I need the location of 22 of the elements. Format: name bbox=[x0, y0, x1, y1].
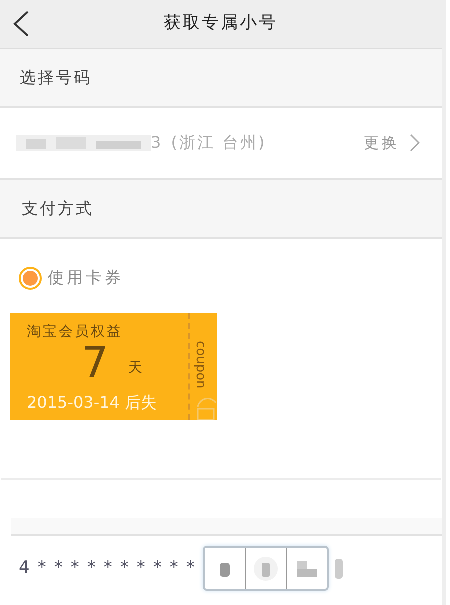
blurred-digit-drawing bbox=[220, 560, 230, 576]
page-title: 获取专属小号 bbox=[164, 12, 278, 36]
blurred-digit-drawing bbox=[334, 558, 343, 578]
coupon-amount: 7 bbox=[82, 341, 109, 385]
coupon-unit: 天 bbox=[128, 359, 143, 378]
blurred-digit-drawing bbox=[254, 556, 278, 580]
coupon-card[interactable]: 淘宝会员权益 7 天 2015-03-14 后失 coupon bbox=[10, 313, 217, 420]
coupon-side-label: coupon bbox=[192, 341, 209, 389]
radio-button[interactable] bbox=[19, 266, 42, 290]
region-text: (浙江 台州) bbox=[171, 132, 267, 154]
chevron-right-icon bbox=[410, 134, 420, 152]
code-input[interactable] bbox=[202, 546, 329, 591]
blurred-digit-drawing bbox=[296, 560, 317, 576]
coupon-title: 淘宝会员权益 bbox=[27, 323, 124, 341]
masked-number: 4********** bbox=[19, 556, 203, 580]
coupon-expiry: 2015-03-14 后失 bbox=[27, 392, 158, 414]
back-icon[interactable] bbox=[12, 10, 30, 38]
phone-number: 3 bbox=[151, 132, 162, 154]
section-title: 选择号码 bbox=[20, 66, 92, 88]
option-label[interactable]: 使用卡券 bbox=[48, 266, 124, 290]
change-link[interactable]: 更换 bbox=[364, 132, 400, 154]
section-title: 支付方式 bbox=[22, 198, 94, 220]
